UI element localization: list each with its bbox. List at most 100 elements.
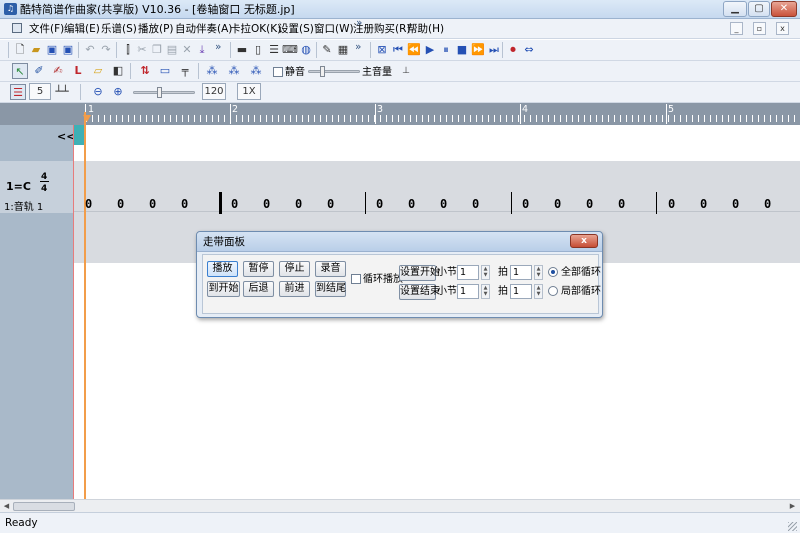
end-beat-input[interactable]: 1 [510, 284, 532, 299]
menu-window[interactable]: 窗口(W) [314, 22, 354, 36]
menu-file[interactable]: 文件(F) [29, 22, 64, 36]
import-icon[interactable]: ⤓ [194, 42, 210, 58]
pause-icon[interactable]: ⏸ [438, 42, 454, 58]
menu-play[interactable]: 播放(P) [138, 22, 174, 36]
play-icon[interactable]: ▶ [422, 42, 438, 58]
new-file-icon[interactable]: 🗋 [12, 42, 28, 58]
open-folder-icon[interactable]: ▰ [28, 42, 44, 58]
page-view-icon[interactable]: ▯ [250, 42, 266, 58]
ruler-marker-icon[interactable]: ┴┴ [52, 84, 72, 100]
loop-icon[interactable]: ⇔ [521, 42, 537, 58]
scroll-right-icon[interactable]: ▶ [787, 501, 798, 512]
save-icon[interactable]: ▣ [44, 42, 60, 58]
note[interactable]: 0 [472, 197, 479, 211]
master-volume-slider[interactable] [308, 70, 360, 73]
end-measure-spinner[interactable]: ▲ ▼ [481, 284, 490, 299]
playhead-line[interactable] [84, 112, 86, 499]
start-measure-spinner[interactable]: ▲ ▼ [481, 265, 490, 280]
save-as-icon[interactable]: ▣ [60, 42, 76, 58]
stop-icon[interactable]: ■ [454, 42, 470, 58]
chord-up-icon[interactable]: ⁂ [204, 63, 220, 79]
loop-play-checkbox[interactable] [351, 274, 361, 284]
go-start-button[interactable]: 到开始 [207, 281, 240, 297]
go-start-icon[interactable]: ⏮ [390, 42, 406, 58]
minimize-icon[interactable]: ▁ [723, 1, 747, 17]
undo-icon[interactable]: ↶ [82, 42, 98, 58]
note[interactable]: 0 [554, 197, 561, 211]
tempo-value-box[interactable]: 120 [202, 83, 226, 100]
format-icon[interactable]: ☰ [10, 84, 26, 100]
delete-icon[interactable]: ✕ [179, 42, 195, 58]
go-end-button[interactable]: 到结尾 [315, 281, 346, 297]
note[interactable]: 0 [764, 197, 771, 211]
note[interactable]: 0 [408, 197, 415, 211]
menu-settings[interactable]: 设置(S) [278, 22, 314, 36]
mdi-minimize-icon[interactable]: _ [730, 22, 743, 35]
record-icon[interactable]: ⏺ [505, 42, 521, 58]
transpose-icon[interactable]: ⇅ [137, 63, 153, 79]
set-start-button[interactable]: 设置开始 [399, 265, 440, 281]
menu-auto-accompaniment[interactable]: 自动伴奏(A) [175, 22, 232, 36]
list-view-icon[interactable]: ☰ [266, 42, 282, 58]
zoom-out-icon[interactable]: ⊖ [90, 84, 106, 100]
resize-grip-icon[interactable] [788, 522, 797, 531]
forward-button[interactable]: 前进 [279, 281, 310, 297]
play-button[interactable]: 播放 [207, 261, 238, 277]
note[interactable]: 0 [618, 197, 625, 211]
note[interactable]: 0 [522, 197, 529, 211]
note[interactable]: 0 [117, 197, 124, 211]
note[interactable]: 0 [732, 197, 739, 211]
start-beat-input[interactable]: 1 [510, 265, 532, 280]
brush-icon[interactable]: ✍ [50, 63, 66, 79]
note[interactable]: 0 [376, 197, 383, 211]
menu-overflow[interactable]: » [356, 16, 362, 30]
mdi-restore-icon[interactable]: ▫ [753, 22, 766, 35]
globe-icon[interactable]: ◍ [298, 42, 314, 58]
start-beat-spinner[interactable]: ▲ ▼ [534, 265, 543, 280]
stop-button[interactable]: 停止 [279, 261, 310, 277]
master-volume-thumb[interactable] [320, 66, 325, 77]
rewind-button[interactable]: 后退 [243, 281, 274, 297]
speaker-icon[interactable]: ⊥ [398, 63, 414, 79]
image-icon[interactable]: ▭ [157, 63, 173, 79]
eraser-icon[interactable]: ▱ [90, 63, 106, 79]
end-beat-spinner[interactable]: ▲ ▼ [534, 284, 543, 299]
scroll-thumb[interactable] [13, 502, 75, 511]
note[interactable]: 0 [440, 197, 447, 211]
copy-icon[interactable]: ❐ [149, 42, 165, 58]
fast-forward-icon[interactable]: ⏩ [470, 42, 486, 58]
menu-score[interactable]: 乐谱(S) [101, 22, 137, 36]
zoom-in-icon[interactable]: ⊕ [110, 84, 126, 100]
note[interactable]: 0 [700, 197, 707, 211]
document-icon[interactable] [12, 23, 22, 33]
note[interactable]: 0 [231, 197, 238, 211]
chord-mid-icon[interactable]: ⁂ [226, 63, 242, 79]
staff-line-icon[interactable]: ╤ [177, 63, 193, 79]
lyric-l-icon[interactable]: L [70, 63, 86, 79]
select-arrow-icon[interactable]: ↖ [12, 63, 28, 79]
menu-help[interactable]: 帮助(H) [407, 22, 444, 36]
paste-icon[interactable]: ▤ [164, 42, 180, 58]
note[interactable]: 0 [263, 197, 270, 211]
step-value-box[interactable]: 5 [29, 83, 51, 100]
horizontal-scrollbar[interactable]: ◀ ▶ [0, 499, 800, 512]
end-measure-input[interactable]: 1 [457, 284, 479, 299]
redo-icon[interactable]: ↷ [98, 42, 114, 58]
dialog-title-bar[interactable]: 走带面板 x [197, 232, 602, 252]
tempo-thumb[interactable] [157, 87, 162, 98]
note[interactable]: 0 [586, 197, 593, 211]
record-button[interactable]: 录音 [315, 261, 346, 277]
menu-edit[interactable]: 编辑(E) [64, 22, 100, 36]
mute-checkbox[interactable] [273, 67, 283, 77]
loop-partial-radio[interactable] [548, 286, 558, 296]
mdi-close-icon[interactable]: x [776, 22, 789, 35]
note[interactable]: 0 [181, 197, 188, 211]
scroll-view-icon[interactable]: ▬ [234, 42, 250, 58]
dialog-close-icon[interactable]: x [570, 234, 598, 248]
loop-all-radio[interactable] [548, 267, 558, 277]
cut-icon[interactable]: ✂ [134, 42, 150, 58]
note[interactable]: 0 [85, 197, 92, 211]
note[interactable]: 0 [149, 197, 156, 211]
pen-icon[interactable]: ✎ [319, 42, 335, 58]
keyboard-icon[interactable]: ⌨ [282, 42, 298, 58]
